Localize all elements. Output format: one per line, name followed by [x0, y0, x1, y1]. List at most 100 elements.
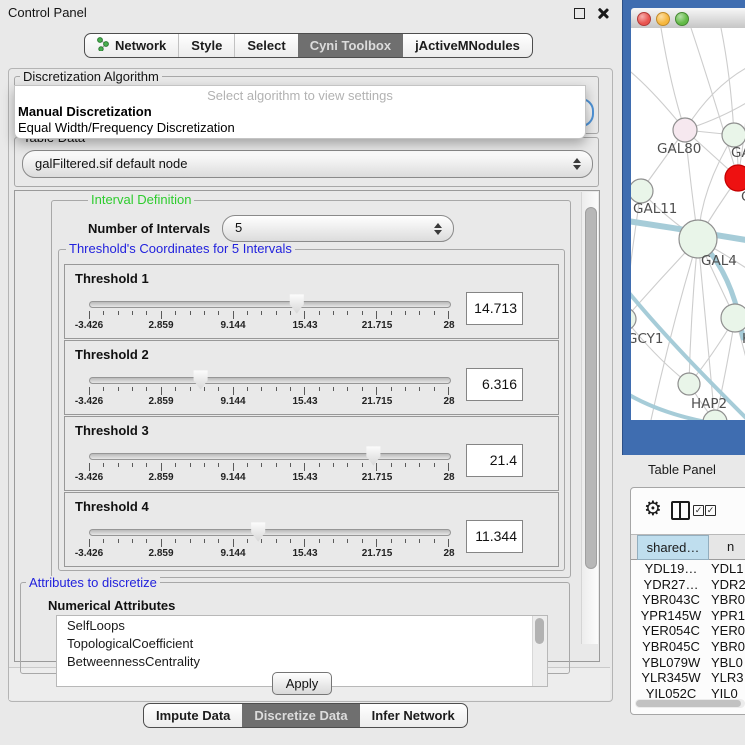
num-intervals-combobox[interactable]: 5	[222, 215, 454, 242]
tab-label: Cyni Toolbox	[310, 38, 391, 53]
network-edge	[721, 28, 734, 135]
threshold-panel-2: Threshold 2-3.4262.8599.14415.4321.71528…	[64, 340, 559, 415]
screen: Control Panel NetworkStyleSelectCyni Too…	[0, 0, 745, 745]
table-row-ylr345w[interactable]: YLR345W YLR3	[631, 670, 745, 686]
zoom-light[interactable]	[675, 12, 689, 26]
cell-name[interactable]: YBL0	[711, 655, 745, 670]
thresholds-group-title: Threshold's Coordinates for 5 Intervals	[66, 242, 295, 256]
vertical-scrollbar[interactable]	[581, 192, 598, 644]
column-header-name[interactable]: n	[709, 536, 745, 558]
scrollbar-thumb[interactable]	[585, 207, 597, 569]
tab-cyni-toolbox[interactable]: Cyni Toolbox	[298, 34, 403, 57]
slider-ticks	[89, 539, 449, 548]
tab-network[interactable]: Network	[85, 34, 178, 57]
slider-track[interactable]	[89, 301, 451, 308]
gear-icon[interactable]: ⚙	[644, 498, 662, 518]
checkbox-icon-1[interactable]: ✓	[693, 505, 704, 516]
threshold-value-field[interactable]: 14.713	[466, 292, 523, 325]
cell-name[interactable]: YLR3	[711, 670, 745, 685]
slider-scale: -3.4262.8599.14415.4321.71528	[89, 548, 449, 560]
node-label-ga: GA	[731, 145, 745, 161]
attribute-item-betweennesscentrality[interactable]: BetweennessCentrality	[57, 652, 547, 670]
slider-track[interactable]	[89, 453, 451, 460]
tab-label: jActiveMNodules	[415, 38, 520, 53]
minimize-light[interactable]	[656, 12, 670, 26]
tab-infer-network[interactable]: Infer Network	[360, 704, 467, 727]
tick-label: 21.715	[362, 320, 393, 331]
num-intervals-value: 5	[235, 220, 242, 235]
cell-shared-name[interactable]: YBR043C	[635, 592, 707, 607]
horizontal-scrollbar[interactable]	[635, 699, 745, 708]
table-row-ybr043c[interactable]: YBR043C YBR0	[631, 592, 745, 608]
close-icon[interactable]	[597, 7, 609, 19]
cell-name[interactable]: YDR2	[711, 577, 745, 592]
table-row-ypr145w[interactable]: YPR145W YPR1	[631, 608, 745, 624]
table-data-combobox[interactable]: galFiltered.sif default node	[22, 150, 593, 178]
attributes-scrollbar-thumb[interactable]	[535, 618, 544, 644]
tick-label: 2.859	[148, 396, 173, 407]
tab-impute-data[interactable]: Impute Data	[144, 704, 242, 727]
dropdown-option-manual-discretization[interactable]: Manual Discretization	[18, 104, 152, 119]
tab-style[interactable]: Style	[178, 34, 234, 57]
slider-ticks	[89, 311, 449, 320]
cell-name[interactable]: YBR0	[711, 639, 745, 654]
table-header-row: shared… n	[631, 534, 745, 560]
cell-name[interactable]: YBR0	[711, 592, 745, 607]
network-edge	[685, 68, 745, 130]
cell-shared-name[interactable]: YER054C	[635, 623, 707, 638]
node-label-gcy1: GCY1	[631, 331, 664, 347]
num-intervals-spinner-icon[interactable]	[434, 223, 442, 235]
network-view-window[interactable]: GAL80GACGAL11GAL4GCY1HHAP2	[622, 0, 745, 455]
table-row-ybr045c[interactable]: YBR045C YBR0	[631, 639, 745, 655]
combobox-spinner-icon[interactable]	[573, 158, 581, 170]
table-row-ydl19[interactable]: YDL19… YDL1	[631, 561, 745, 577]
threshold-label: Threshold 2	[75, 347, 149, 362]
tab-select[interactable]: Select	[234, 34, 297, 57]
slider-track[interactable]	[89, 529, 451, 536]
apply-button[interactable]: Apply	[272, 672, 332, 695]
close-light[interactable]	[637, 12, 651, 26]
network-icon	[97, 37, 109, 54]
attribute-item-selfloops[interactable]: SelfLoops	[57, 616, 547, 634]
column-header-shared[interactable]: shared…	[637, 535, 709, 560]
network-node[interactable]	[673, 118, 697, 142]
cell-name[interactable]: YDL1	[711, 561, 745, 576]
tab-label: Discretize Data	[254, 708, 347, 723]
cell-shared-name[interactable]: YBR045C	[635, 639, 707, 654]
tab-discretize-data[interactable]: Discretize Data	[242, 704, 359, 727]
network-node[interactable]	[722, 123, 745, 147]
attributes-scrollbar[interactable]	[532, 616, 547, 686]
network-node[interactable]	[631, 179, 653, 203]
columns-icon[interactable]	[671, 501, 690, 520]
dropdown-option-equal-width-frequency[interactable]: Equal Width/Frequency Discretization	[18, 120, 235, 135]
table-row-ydr27[interactable]: YDR27… YDR2	[631, 577, 745, 593]
table-row-ybl079w[interactable]: YBL079W YBL0	[631, 655, 745, 671]
horizontal-scrollbar-thumb[interactable]	[636, 700, 741, 707]
attribute-item-topologicalcoefficient[interactable]: TopologicalCoefficient	[57, 634, 547, 652]
cell-shared-name[interactable]: YDR27…	[635, 577, 707, 592]
network-node[interactable]	[631, 308, 636, 330]
cell-name[interactable]: YPR1	[711, 608, 745, 623]
tick-label: 9.144	[220, 320, 245, 331]
tab-jactivemnodules[interactable]: jActiveMNodules	[403, 34, 532, 57]
slider-track[interactable]	[89, 377, 451, 384]
cell-shared-name[interactable]: YLR345W	[635, 670, 707, 685]
network-node[interactable]	[725, 165, 745, 191]
network-canvas[interactable]: GAL80GACGAL11GAL4GCY1HHAP2	[631, 28, 745, 420]
network-window-titlebar[interactable]	[631, 8, 745, 29]
cell-name[interactable]: YER0	[711, 623, 745, 638]
threshold-value-field[interactable]: 11.344	[466, 520, 523, 553]
threshold-value-field[interactable]: 21.4	[466, 444, 523, 477]
network-node[interactable]	[721, 304, 745, 332]
tick-label: 21.715	[362, 396, 393, 407]
checkbox-icon-2[interactable]: ✓	[705, 505, 716, 516]
table-panel: ⚙ ✓ ✓ shared… n YDL19…YDL1YDR27…YDR2YBR0…	[630, 487, 745, 715]
table-row-yer054c[interactable]: YER054C YER0	[631, 623, 745, 639]
cell-shared-name[interactable]: YBL079W	[635, 655, 707, 670]
cell-shared-name[interactable]: YPR145W	[635, 608, 707, 623]
threshold-panel-1: Threshold 1-3.4262.8599.14415.4321.71528…	[64, 264, 559, 339]
cell-shared-name[interactable]: YDL19…	[635, 561, 707, 576]
float-window-icon[interactable]	[574, 8, 585, 19]
network-node[interactable]	[678, 373, 700, 395]
threshold-value-field[interactable]: 6.316	[466, 368, 523, 401]
